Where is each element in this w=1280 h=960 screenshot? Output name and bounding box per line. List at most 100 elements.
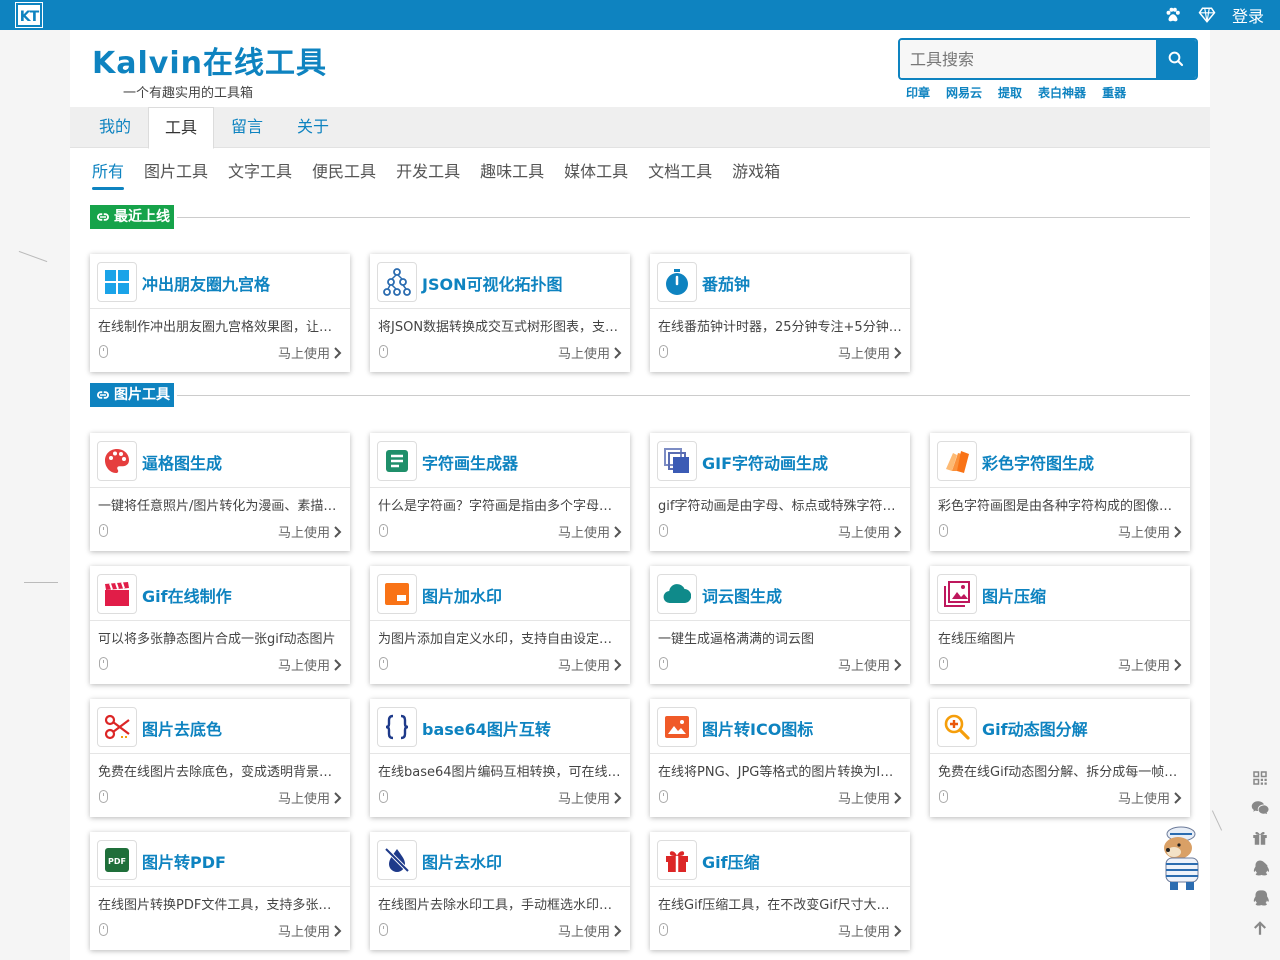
hot-word[interactable]: 印章 xyxy=(906,84,930,101)
card-title[interactable]: JSON可视化拓扑图 xyxy=(422,271,562,295)
use-now-label: 马上使用 xyxy=(837,659,890,674)
use-now-link[interactable]: 马上使用 xyxy=(838,921,902,940)
tool-card[interactable]: JSON可视化拓扑图 将JSON数据转换成交互式树形图表，支持缩放拖动 马上使用 xyxy=(370,254,630,372)
tab-about[interactable]: 关于 xyxy=(282,107,344,148)
use-now-link[interactable]: 马上使用 xyxy=(278,655,342,674)
use-now-label: 马上使用 xyxy=(277,925,330,940)
qq-group-icon[interactable] xyxy=(1250,888,1270,908)
use-now-link[interactable]: 马上使用 xyxy=(558,343,622,362)
tool-card[interactable]: Gif在线制作 可以将多张静态图片合成一张gif动态图片 马上使用 xyxy=(90,566,350,684)
use-now-link[interactable]: 马上使用 xyxy=(1118,788,1182,807)
use-now-link[interactable]: 马上使用 xyxy=(278,522,342,541)
tool-card[interactable]: 字符画生成器 什么是字符画？字符画是指由多个字母组成的图 马上使用 xyxy=(370,433,630,551)
use-now-label: 马上使用 xyxy=(1117,659,1170,674)
tool-card[interactable]: 图片转ICO图标 在线将PNG、JPG等格式的图片转换为ICO图标 马上使用 xyxy=(650,699,910,817)
card-title[interactable]: 词云图生成 xyxy=(702,583,782,607)
tool-card[interactable]: 图片去水印 在线图片去除水印工具，手动框选水印区域 马上使用 xyxy=(370,832,630,950)
card-title[interactable]: 彩色字符图生成 xyxy=(982,450,1094,474)
card-title[interactable]: 字符画生成器 xyxy=(422,450,518,474)
use-now-link[interactable]: 马上使用 xyxy=(838,343,902,362)
card-title[interactable]: 番茄钟 xyxy=(702,271,750,295)
zoom-in-icon xyxy=(937,707,977,747)
use-now-link[interactable]: 马上使用 xyxy=(1118,655,1182,674)
top-bar-actions: 登录 xyxy=(1164,0,1264,30)
qq-icon[interactable] xyxy=(1250,858,1270,878)
use-now-link[interactable]: 马上使用 xyxy=(1118,522,1182,541)
use-now-link[interactable]: 马上使用 xyxy=(558,788,622,807)
card-title[interactable]: GIF字符动画生成 xyxy=(702,450,828,474)
use-now-link[interactable]: 马上使用 xyxy=(558,655,622,674)
site-logo[interactable]: KT xyxy=(15,2,43,28)
tool-card[interactable]: 番茄钟 在线番茄钟计时器，25分钟专注+5分钟休息 马上使用 xyxy=(650,254,910,372)
use-now-link[interactable]: 马上使用 xyxy=(838,522,902,541)
tab-mine[interactable]: 我的 xyxy=(84,107,146,148)
card-title[interactable]: 图片转ICO图标 xyxy=(702,716,813,740)
category-games[interactable]: 游戏箱 xyxy=(732,158,780,190)
gift-box-icon xyxy=(657,840,697,880)
use-now-link[interactable]: 马上使用 xyxy=(838,655,902,674)
category-convenience[interactable]: 便民工具 xyxy=(312,158,376,190)
use-now-link[interactable]: 马上使用 xyxy=(558,522,622,541)
tab-tools[interactable]: 工具 xyxy=(148,107,214,149)
mascot-image[interactable] xyxy=(1154,824,1208,894)
tool-card[interactable]: 冲出朋友圈九宫格 在线制作冲出朋友圈九宫格效果图，让图片冲出朋友圈 马上使用 xyxy=(90,254,350,372)
section-image-tools: 图片工具 xyxy=(90,383,1190,407)
hot-word[interactable]: 重器 xyxy=(1102,84,1126,101)
card-title[interactable]: 冲出朋友圈九宫格 xyxy=(142,271,270,295)
category-all[interactable]: 所有 xyxy=(92,158,125,190)
search-button[interactable] xyxy=(1156,40,1196,78)
card-title[interactable]: 图片转PDF xyxy=(142,849,226,873)
card-title[interactable]: base64图片互转 xyxy=(422,716,551,740)
use-now-link[interactable]: 马上使用 xyxy=(278,921,342,940)
use-now-link[interactable]: 马上使用 xyxy=(278,343,342,362)
category-image[interactable]: 图片工具 xyxy=(144,158,208,190)
use-now-link[interactable]: 马上使用 xyxy=(558,921,622,940)
paw-icon[interactable] xyxy=(1164,6,1182,24)
card-header: base64图片互转 xyxy=(370,699,630,754)
tool-card[interactable]: 图片压缩 在线压缩图片 马上使用 xyxy=(930,566,1190,684)
tab-messages[interactable]: 留言 xyxy=(216,107,278,148)
tool-card[interactable]: Gif压缩 在线Gif压缩工具，在不改变Gif尺寸大小的情况下压缩 马上使用 xyxy=(650,832,910,950)
tool-card[interactable]: base64图片互转 在线base64图片编码互相转换，可在线预览 马上使用 xyxy=(370,699,630,817)
chevron-right-icon xyxy=(334,791,342,804)
use-now-label: 马上使用 xyxy=(837,347,890,362)
qrcode-icon[interactable] xyxy=(1250,768,1270,788)
use-now-label: 马上使用 xyxy=(1117,792,1170,807)
card-title[interactable]: 图片压缩 xyxy=(982,583,1046,607)
tool-card[interactable]: 彩色字符图生成 彩色字符画图是由各种字符构成的图像效果 马上使用 xyxy=(930,433,1190,551)
brand[interactable]: Kalvin在线工具 一个有趣实用的工具箱 xyxy=(92,38,327,101)
use-now-link[interactable]: 马上使用 xyxy=(278,788,342,807)
tool-card[interactable]: 逼格图生成 一键将任意照片/图片转化为漫画、素描风格 马上使用 xyxy=(90,433,350,551)
category-text[interactable]: 文字工具 xyxy=(228,158,292,190)
tool-card[interactable]: 图片加水印 为图片添加自定义水印，支持自由设定位置 马上使用 xyxy=(370,566,630,684)
use-now-link[interactable]: 马上使用 xyxy=(838,788,902,807)
search-input[interactable] xyxy=(900,40,1156,78)
card-desc: 可以将多张静态图片合成一张gif动态图片 xyxy=(98,632,336,647)
hot-word[interactable]: 提取 xyxy=(998,84,1022,101)
category-media[interactable]: 媒体工具 xyxy=(564,158,628,190)
card-title[interactable]: 逼格图生成 xyxy=(142,450,222,474)
card-title[interactable]: Gif动态图分解 xyxy=(982,716,1088,740)
card-title[interactable]: Gif压缩 xyxy=(702,849,760,873)
card-title[interactable]: 图片加水印 xyxy=(422,583,502,607)
card-title[interactable]: Gif在线制作 xyxy=(142,583,232,607)
category-dev[interactable]: 开发工具 xyxy=(396,158,460,190)
tool-card[interactable]: GIF字符动画生成 gif字符动画是由字母、标点或特殊字符组成的动画 马上使用 xyxy=(650,433,910,551)
diamond-icon[interactable] xyxy=(1198,6,1216,24)
hot-word[interactable]: 表白神器 xyxy=(1038,84,1086,101)
arrow-up-icon[interactable] xyxy=(1250,918,1270,938)
login-link[interactable]: 登录 xyxy=(1232,3,1264,27)
category-fun[interactable]: 趣味工具 xyxy=(480,158,544,190)
wechat-icon[interactable] xyxy=(1250,798,1270,818)
category-docs[interactable]: 文档工具 xyxy=(648,158,712,190)
tool-card[interactable]: PDF 图片转PDF 在线图片转换PDF文件工具，支持多张图片合并 马上使用 xyxy=(90,832,350,950)
tool-card[interactable]: 词云图生成 一键生成逼格满满的词云图 马上使用 xyxy=(650,566,910,684)
link-icon xyxy=(97,213,109,221)
card-title[interactable]: 图片去水印 xyxy=(422,849,502,873)
tool-card[interactable]: Gif动态图分解 免费在线Gif动态图分解、拆分成每一帧图片 马上使用 xyxy=(930,699,1190,817)
hot-word[interactable]: 网易云 xyxy=(946,84,982,101)
top-bar: KT 登录 xyxy=(0,0,1280,30)
card-title[interactable]: 图片去底色 xyxy=(142,716,222,740)
gift-icon[interactable] xyxy=(1250,828,1270,848)
tool-card[interactable]: 图片去底色 免费在线图片去除底色，变成透明背景图片 马上使用 xyxy=(90,699,350,817)
